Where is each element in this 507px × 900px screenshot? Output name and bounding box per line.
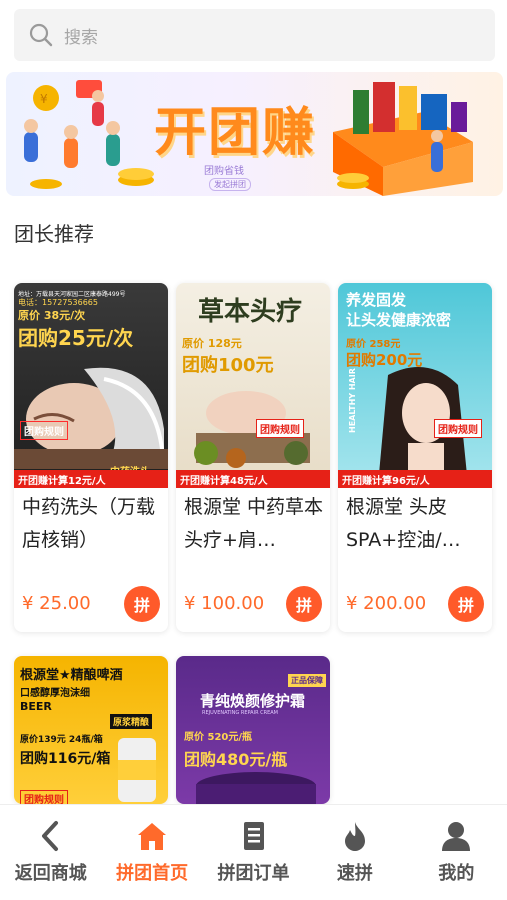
user-icon [442, 822, 471, 851]
image-text: 原价 38元/次 [18, 309, 86, 322]
herbal-treatment-illustration [194, 391, 310, 468]
image-text: 原价139元 24瓶/箱 [20, 735, 103, 745]
promo-banner[interactable]: ¥ 开团赚 团购省钱 发起拼团 [6, 72, 503, 196]
tab-label: 拼团订单 [217, 863, 290, 884]
image-text: 让头发健康浓密 [346, 311, 452, 329]
image-text: 草本头疗 [198, 297, 303, 327]
tab-group-home[interactable]: 拼团首页 [101, 805, 202, 900]
image-text: 团购116元/箱 [20, 751, 111, 767]
product-image: 地址：万载县天河家园二区康泰路499号 电话：15727536665 原价 38… [14, 283, 168, 488]
banner-badge: 发起拼团 [209, 178, 251, 191]
svg-text:¥: ¥ [40, 92, 48, 106]
product-image: 正品保障 青纯焕颜修护霜 REJUVENATING REPAIR CREAM 原… [176, 656, 330, 804]
image-text: 原浆精酿 [110, 714, 153, 729]
woman-hair-wash-illustration [14, 367, 168, 469]
image-text: 团购25元/次 [18, 326, 134, 350]
image-text: 养发固发 [346, 291, 407, 309]
tab-group-orders[interactable]: 拼团订单 [203, 805, 304, 900]
back-chevron-icon [41, 821, 58, 851]
image-text: 团购规则 [20, 421, 68, 440]
order-list-icon [243, 822, 264, 850]
product-name[interactable]: 根源堂 中药草本头疗+肩… [184, 491, 324, 557]
tab-label: 返回商城 [14, 863, 87, 884]
image-text: 开团赚计算96元/人 [338, 470, 492, 488]
product-card[interactable]: 地址：万载县天河家园二区康泰路499号 电话：15727536665 原价 38… [14, 283, 168, 632]
banner-title: 开团赚 [154, 103, 317, 163]
tab-label: 速拼 [336, 863, 373, 884]
image-text: REJUVENATING REPAIR CREAM [202, 710, 278, 716]
tab-mine[interactable]: 我的 [406, 805, 507, 900]
product-card[interactable]: 草本头疗 原价 128元 团购100元 团购规则 开团赚计算48元/人 根源堂 … [176, 283, 330, 632]
tab-quick-group[interactable]: 速拼 [304, 805, 405, 900]
group-buy-button[interactable]: 拼 [124, 586, 160, 622]
group-buy-button[interactable]: 拼 [286, 586, 322, 622]
section-title: 团长推荐 [14, 222, 94, 246]
bottom-tab-bar: 返回商城 拼团首页 拼团订单 速拼 我的 [0, 804, 507, 900]
image-text: 原价 520元/瓶 [184, 732, 253, 743]
product-image: 养发固发 让头发健康浓密 原价 258元 团购200元 HEALTHY HAIR… [338, 283, 492, 488]
product-price: ¥ 200.00 [346, 593, 427, 614]
image-text: 原价 128元 [182, 337, 242, 350]
product-card[interactable]: 养发固发 让头发健康浓密 原价 258元 团购200元 HEALTHY HAIR… [338, 283, 492, 632]
banner-subtitle: 团购省钱 [204, 166, 244, 177]
image-text: 开团赚计算12元/人 [14, 470, 168, 488]
image-text: 青纯焕颜修护霜 [200, 692, 306, 710]
tab-back-to-mall[interactable]: 返回商城 [0, 805, 101, 900]
image-text: 正品保障 [288, 674, 326, 687]
image-text: 开团赚计算48元/人 [176, 470, 330, 488]
banner-illustration-left: ¥ [24, 80, 154, 189]
product-name[interactable]: 根源堂 头皮SPA+控油/… [346, 491, 486, 557]
beer-can-illustration [118, 738, 156, 802]
image-text: HEALTHY HAIR [348, 368, 357, 433]
search-icon [29, 23, 53, 47]
tab-label: 我的 [438, 863, 475, 884]
tab-label: 拼团首页 [116, 863, 189, 884]
search-bar[interactable]: 搜索 [14, 9, 495, 61]
image-text: 团购规则 [20, 790, 68, 804]
image-text: 原价 258元 [346, 339, 401, 350]
image-text: 团购规则 [434, 419, 482, 438]
home-icon [138, 823, 167, 850]
product-card[interactable]: 正品保障 青纯焕颜修护霜 REJUVENATING REPAIR CREAM 原… [176, 656, 330, 804]
search-input[interactable]: 搜索 [64, 23, 98, 48]
image-text: 团购规则 [256, 419, 304, 438]
image-text: 口感醇厚泡沫细 [20, 688, 90, 699]
product-price: ¥ 25.00 [22, 593, 91, 614]
product-price: ¥ 100.00 [184, 593, 265, 614]
image-text: BEER [20, 700, 52, 713]
product-card[interactable]: 根源堂★精酿啤酒 口感醇厚泡沫细 BEER 原浆精酿 原价139元 24瓶/箱 … [14, 656, 168, 804]
product-name[interactable]: 中药洗头（万载店核销） [22, 491, 162, 557]
product-image: 根源堂★精酿啤酒 口感醇厚泡沫细 BEER 原浆精酿 原价139元 24瓶/箱 … [14, 656, 168, 804]
product-image: 草本头疗 原价 128元 团购100元 团购规则 开团赚计算48元/人 [176, 283, 330, 488]
cream-jar-illustration [196, 772, 316, 804]
image-text: 根源堂★精酿啤酒 [20, 668, 123, 683]
banner-illustration-right [333, 82, 473, 196]
group-buy-button[interactable]: 拼 [448, 586, 484, 622]
flame-icon [344, 822, 365, 851]
